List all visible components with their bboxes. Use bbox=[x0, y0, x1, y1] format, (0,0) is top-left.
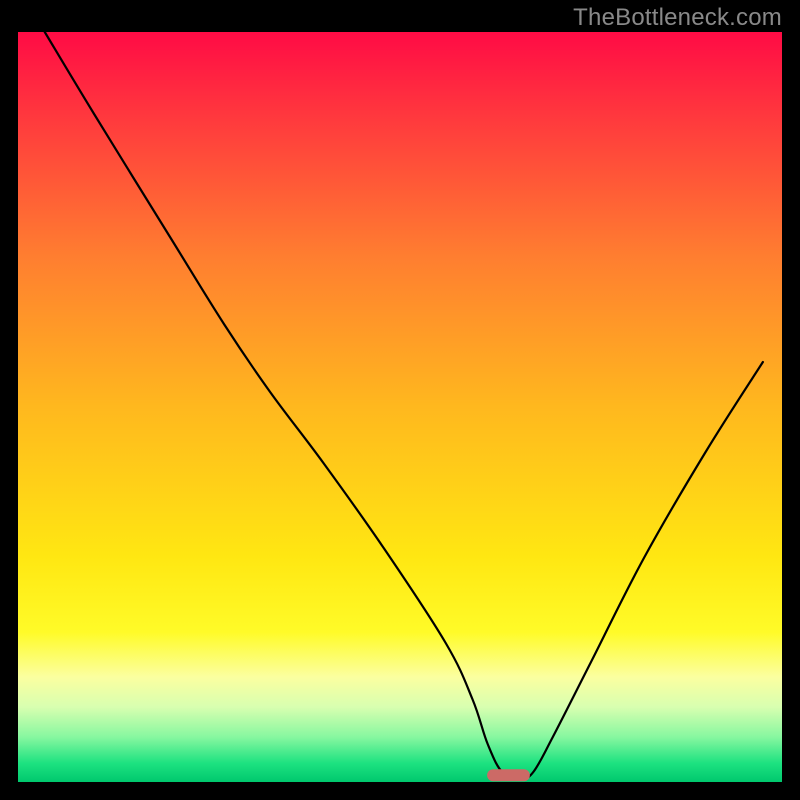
gradient-background bbox=[18, 32, 782, 782]
bottleneck-chart bbox=[0, 0, 800, 800]
watermark-text: TheBottleneck.com bbox=[573, 4, 782, 32]
optimal-marker bbox=[487, 769, 530, 781]
chart-frame: TheBottleneck.com bbox=[0, 0, 800, 800]
